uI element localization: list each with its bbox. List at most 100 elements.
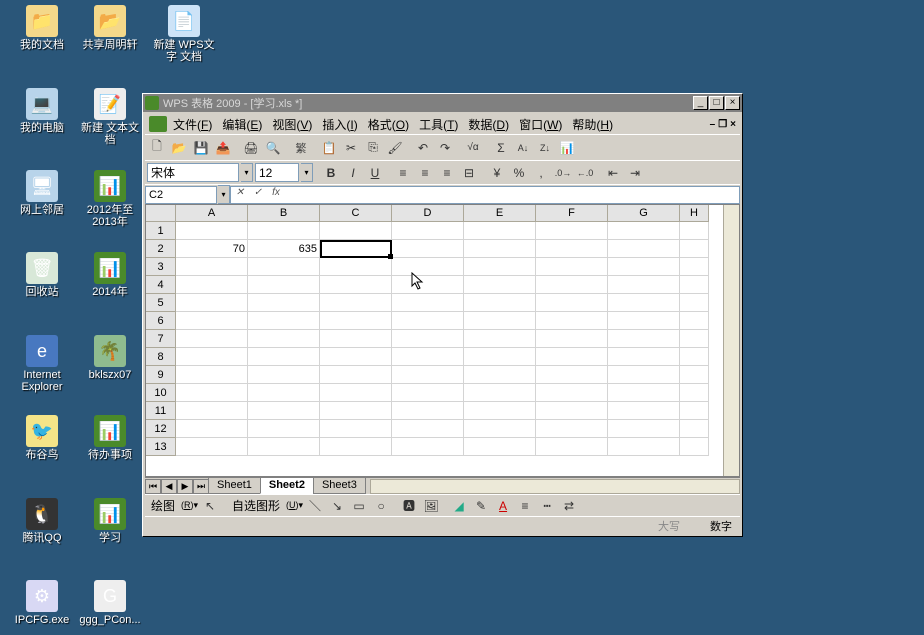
cell-B2[interactable]: 635 — [248, 240, 320, 258]
cell-D13[interactable] — [392, 438, 464, 456]
cell-C12[interactable] — [320, 420, 392, 438]
menu-E[interactable]: 编辑(E) — [222, 118, 262, 132]
row-header-6[interactable]: 6 — [146, 312, 176, 330]
cell-C5[interactable] — [320, 294, 392, 312]
cell-B6[interactable] — [248, 312, 320, 330]
cell-B1[interactable] — [248, 222, 320, 240]
menu-D[interactable]: 数据(D) — [468, 118, 509, 132]
doc-close-button[interactable]: × — [730, 119, 736, 130]
desktop-icon-bklszx07[interactable]: 🌴bklszx07 — [78, 335, 142, 381]
dec-decimal-icon[interactable]: ←.0 — [575, 163, 595, 183]
menu-I[interactable]: 插入(I) — [322, 118, 357, 132]
sum-icon[interactable]: Σ — [491, 138, 511, 158]
rect-icon[interactable]: ▭ — [349, 496, 369, 516]
cell-F2[interactable] — [536, 240, 608, 258]
cell-G10[interactable] — [608, 384, 680, 402]
cancel-fx-icon[interactable]: ✕ — [231, 187, 249, 203]
row-header-2[interactable]: 2 — [146, 240, 176, 258]
cell-H3[interactable] — [680, 258, 709, 276]
menu-O[interactable]: 格式(O) — [368, 118, 409, 132]
sheet-tab-Sheet1[interactable]: Sheet1 — [208, 478, 261, 494]
save-icon[interactable]: 💾 — [191, 138, 211, 158]
cell-B8[interactable] — [248, 348, 320, 366]
cell-A9[interactable] — [176, 366, 248, 384]
formula-icon[interactable]: √α — [463, 138, 483, 158]
desktop-icon-新建 文本文档[interactable]: 📝新建 文本文档 — [78, 88, 142, 146]
cell-B10[interactable] — [248, 384, 320, 402]
desktop-icon-布谷鸟[interactable]: 🐦布谷鸟 — [10, 415, 74, 461]
row-header-9[interactable]: 9 — [146, 366, 176, 384]
arrowhead-icon[interactable]: ⇄ — [559, 496, 579, 516]
cell-D10[interactable] — [392, 384, 464, 402]
cell-E7[interactable] — [464, 330, 536, 348]
translate-icon[interactable]: 繁 — [291, 138, 311, 158]
cell-E2[interactable] — [464, 240, 536, 258]
cell-D7[interactable] — [392, 330, 464, 348]
line-color-icon[interactable]: ✎ — [471, 496, 491, 516]
format-painter-icon[interactable]: 🖌 — [385, 138, 405, 158]
titlebar[interactable]: WPS 表格 2009 - [学习.xls *] _ □ × — [143, 94, 742, 112]
col-header-H[interactable]: H — [680, 205, 709, 222]
cell-F12[interactable] — [536, 420, 608, 438]
desktop-icon-学习[interactable]: 📊学习 — [78, 498, 142, 544]
cell-C8[interactable] — [320, 348, 392, 366]
cell-B5[interactable] — [248, 294, 320, 312]
row-header-7[interactable]: 7 — [146, 330, 176, 348]
row-header-5[interactable]: 5 — [146, 294, 176, 312]
desktop-icon-ggg_PCon...[interactable]: Gggg_PCon... — [78, 580, 142, 626]
cell-A7[interactable] — [176, 330, 248, 348]
cell-C1[interactable] — [320, 222, 392, 240]
col-header-B[interactable]: B — [248, 205, 320, 222]
font-select[interactable]: 宋体 — [147, 163, 239, 182]
currency-icon[interactable]: ¥ — [487, 163, 507, 183]
desktop-icon-网上邻居[interactable]: 🖥网上邻居 — [10, 170, 74, 216]
fx-icon[interactable]: fx — [267, 187, 285, 203]
row-header-10[interactable]: 10 — [146, 384, 176, 402]
cell-C10[interactable] — [320, 384, 392, 402]
menu-F[interactable]: 文件(F) — [173, 118, 212, 132]
cell-H8[interactable] — [680, 348, 709, 366]
percent-icon[interactable]: % — [509, 163, 529, 183]
col-header-A[interactable]: A — [176, 205, 248, 222]
picture-icon[interactable]: 🖼 — [421, 496, 441, 516]
font-color-icon[interactable]: A — [493, 496, 513, 516]
cell-F10[interactable] — [536, 384, 608, 402]
cell-D5[interactable] — [392, 294, 464, 312]
cell-A1[interactable] — [176, 222, 248, 240]
pointer-icon[interactable]: ↖ — [200, 496, 220, 516]
cell-C2[interactable] — [320, 240, 392, 258]
cell-C9[interactable] — [320, 366, 392, 384]
sheet-tab-Sheet2[interactable]: Sheet2 — [260, 478, 314, 494]
desktop-icon-我的电脑[interactable]: 💻我的电脑 — [10, 88, 74, 134]
cell-H13[interactable] — [680, 438, 709, 456]
cell-A8[interactable] — [176, 348, 248, 366]
menu-H[interactable]: 帮助(H) — [572, 118, 613, 132]
dec-indent-icon[interactable]: ⇤ — [603, 163, 623, 183]
tab-prev-icon[interactable]: ◀ — [161, 479, 177, 494]
desktop-icon-2014年[interactable]: 📊2014年 — [78, 252, 142, 298]
cell-C6[interactable] — [320, 312, 392, 330]
cell-G4[interactable] — [608, 276, 680, 294]
arrow-icon[interactable]: ↘ — [327, 496, 347, 516]
copy-icon[interactable]: ⎘ — [363, 138, 383, 158]
inc-decimal-icon[interactable]: .0→ — [553, 163, 573, 183]
doc-minimize-button[interactable]: – — [710, 119, 716, 130]
cell-D12[interactable] — [392, 420, 464, 438]
sort-asc-icon[interactable]: A↓ — [513, 138, 533, 158]
select-all-corner[interactable] — [146, 205, 176, 222]
paste-icon[interactable]: 📋 — [319, 138, 339, 158]
comma-icon[interactable]: , — [531, 163, 551, 183]
cell-D11[interactable] — [392, 402, 464, 420]
cell-G2[interactable] — [608, 240, 680, 258]
cell-E4[interactable] — [464, 276, 536, 294]
bold-icon[interactable]: B — [321, 163, 341, 183]
cell-E5[interactable] — [464, 294, 536, 312]
sheet-tab-Sheet3[interactable]: Sheet3 — [313, 478, 366, 494]
row-header-4[interactable]: 4 — [146, 276, 176, 294]
cell-H9[interactable] — [680, 366, 709, 384]
row-header-8[interactable]: 8 — [146, 348, 176, 366]
merge-icon[interactable]: ⊟ — [459, 163, 479, 183]
cell-B12[interactable] — [248, 420, 320, 438]
cell-G6[interactable] — [608, 312, 680, 330]
desktop-icon-回收站[interactable]: 🗑回收站 — [10, 252, 74, 298]
